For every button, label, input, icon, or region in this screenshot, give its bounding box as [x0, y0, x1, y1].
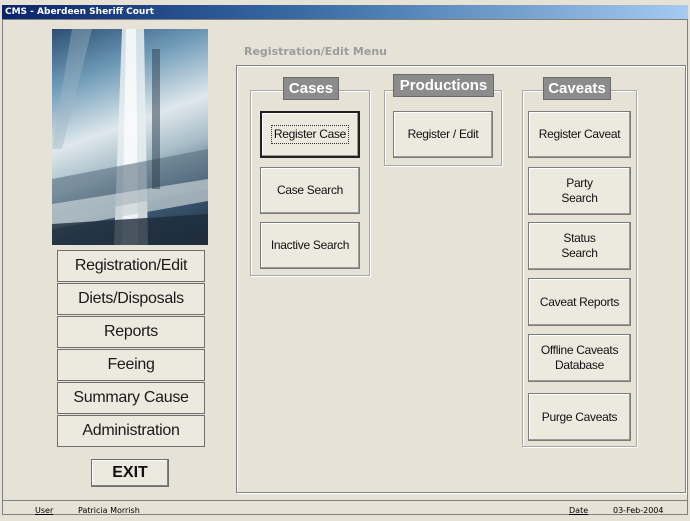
- inactive-search-label: Inactive Search: [270, 238, 350, 252]
- status-search-button[interactable]: Status Search: [528, 222, 631, 270]
- register-caveat-button[interactable]: Register Caveat: [528, 111, 631, 158]
- user-label: User: [35, 506, 54, 515]
- sidebar-item-summary-cause[interactable]: Summary Cause: [57, 382, 205, 414]
- party-search-label: Party Search: [561, 176, 598, 205]
- sidebar-item-label: Reports: [104, 323, 158, 340]
- window-title: CMS - Aberdeen Sheriff Court: [5, 7, 155, 17]
- purge-caveats-label: Purge Caveats: [541, 409, 618, 424]
- purge-caveats-button[interactable]: Purge Caveats: [528, 393, 631, 441]
- register-edit-label: Register / Edit: [407, 127, 479, 141]
- window-title-bar[interactable]: CMS - Aberdeen Sheriff Court: [2, 5, 688, 19]
- status-bar: User Patricia Morrish Date 03-Feb-2004: [2, 500, 688, 518]
- register-caveat-label: Register Caveat: [538, 127, 621, 141]
- sidebar-item-label: Diets/Disposals: [78, 290, 184, 307]
- case-search-button[interactable]: Case Search: [260, 167, 360, 214]
- sidebar-item-registration-edit[interactable]: Registration/Edit: [57, 250, 205, 282]
- cases-group-title: Cases: [283, 77, 339, 100]
- sidebar-item-label: Summary Cause: [73, 389, 189, 406]
- register-case-button[interactable]: Register Case: [260, 111, 360, 158]
- case-search-label: Case Search: [276, 183, 344, 197]
- page-title: Registration/Edit Menu: [244, 45, 387, 58]
- sidebar-item-feeing[interactable]: Feeing: [57, 349, 205, 381]
- offline-caveats-database-button[interactable]: Offline Caveats Database: [528, 334, 631, 382]
- sidebar-item-label: Feeing: [107, 356, 155, 373]
- sidebar-item-administration[interactable]: Administration: [57, 415, 205, 447]
- register-case-label: Register Case: [270, 125, 350, 144]
- exit-button[interactable]: EXIT: [91, 459, 169, 487]
- status-search-label: Status Search: [561, 231, 598, 260]
- caveat-reports-button[interactable]: Caveat Reports: [528, 278, 631, 326]
- user-value: Patricia Morrish: [78, 506, 140, 515]
- productions-group-title: Productions: [393, 74, 494, 97]
- sidebar-item-label: Registration/Edit: [74, 257, 188, 274]
- date-label: Date: [569, 506, 589, 515]
- hero-image: [52, 29, 208, 245]
- sidebar-item-reports[interactable]: Reports: [57, 316, 205, 348]
- inactive-search-button[interactable]: Inactive Search: [260, 222, 360, 269]
- date-value: 03-Feb-2004: [613, 506, 664, 515]
- caveat-reports-label: Caveat Reports: [539, 294, 620, 309]
- party-search-button[interactable]: Party Search: [528, 167, 631, 215]
- offline-caveats-database-label: Offline Caveats Database: [540, 343, 619, 372]
- sidebar-item-label: Administration: [82, 422, 180, 439]
- register-edit-button[interactable]: Register / Edit: [393, 111, 493, 158]
- sidebar-item-diets-disposals[interactable]: Diets/Disposals: [57, 283, 205, 315]
- exit-button-label: EXIT: [112, 464, 148, 481]
- caveats-group-title: Caveats: [543, 77, 611, 100]
